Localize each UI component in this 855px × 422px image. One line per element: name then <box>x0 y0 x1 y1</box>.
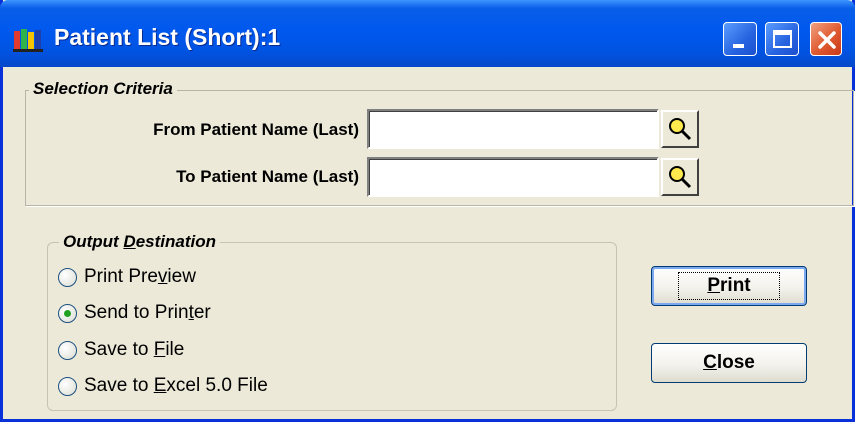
close-button[interactable]: Close <box>651 343 807 383</box>
to-patient-name-input[interactable] <box>367 157 659 197</box>
radio-send-to-printer[interactable]: Send to Printer <box>58 300 211 326</box>
selection-criteria-legend: Selection Criteria <box>29 79 177 99</box>
radio-print-preview[interactable]: Print Preview <box>58 264 196 290</box>
radio-label: Send to Printer <box>84 302 211 323</box>
from-patient-name-label: From Patient Name (Last) <box>153 120 359 139</box>
radio-button[interactable] <box>58 376 77 396</box>
minimize-icon <box>733 44 744 48</box>
minimize-button[interactable] <box>723 22 757 56</box>
print-button-label: Print <box>678 272 780 300</box>
dialog-window: Patient List (Short):1 Selection Criteri… <box>0 0 855 422</box>
output-destination-legend: Output Destination <box>59 232 220 252</box>
radio-button-selected[interactable] <box>58 303 77 323</box>
to-patient-name-label: To Patient Name (Last) <box>176 167 359 186</box>
radio-label: Save to File <box>84 339 185 360</box>
radio-save-to-file[interactable]: Save to File <box>58 337 184 363</box>
radio-label: Save to Excel 5.0 File <box>84 375 268 396</box>
from-patient-name-input[interactable] <box>367 109 659 149</box>
magnifier-icon <box>669 166 692 189</box>
close-icon <box>818 31 836 49</box>
title-bar[interactable]: Patient List (Short):1 <box>0 0 855 67</box>
maximize-button[interactable] <box>765 22 799 56</box>
from-patient-lookup-button[interactable] <box>661 110 699 148</box>
to-patient-lookup-button[interactable] <box>661 158 699 196</box>
radio-button[interactable] <box>58 340 77 360</box>
radio-save-to-excel[interactable]: Save to Excel 5.0 File <box>58 373 268 399</box>
window-title: Patient List (Short):1 <box>54 24 281 50</box>
radio-label: Print Preview <box>84 266 196 287</box>
radio-button[interactable] <box>58 267 77 287</box>
close-window-button[interactable] <box>810 22 842 56</box>
maximize-icon <box>773 30 792 48</box>
close-button-label: Close <box>703 352 755 373</box>
print-button[interactable]: Print <box>651 266 807 306</box>
app-icon <box>13 29 43 52</box>
magnifier-icon <box>669 118 692 141</box>
